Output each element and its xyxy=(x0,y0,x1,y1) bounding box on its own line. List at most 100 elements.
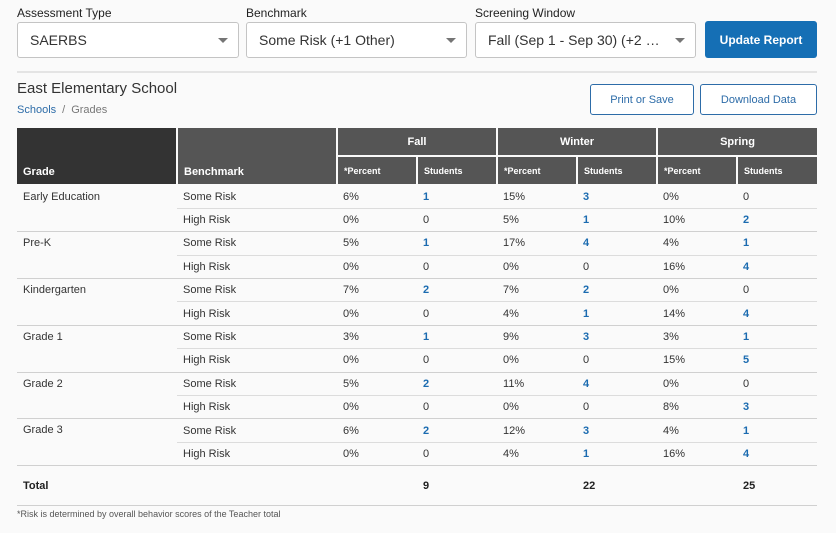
spring-percent: 16% xyxy=(657,442,738,467)
screening-window-select[interactable]: Fall (Sep 1 - Sep 30) (+2 Othe… xyxy=(475,22,696,58)
spring-students-cell: 4 xyxy=(737,255,818,280)
total-label: Total xyxy=(17,465,177,507)
spring-percent: 15% xyxy=(657,348,738,373)
grade-name: Pre-K xyxy=(17,231,177,280)
winter-students-link[interactable]: 3 xyxy=(583,191,589,203)
winter-students-cell: 4 xyxy=(577,372,658,397)
chevron-down-icon xyxy=(675,38,685,43)
winter-students-link[interactable]: 3 xyxy=(583,331,589,343)
spring-students-link[interactable]: 2 xyxy=(743,214,749,226)
breadcrumb-link-schools[interactable]: Schools xyxy=(17,104,56,116)
fall-percent: 6% xyxy=(337,185,417,209)
winter-percent: 15% xyxy=(497,185,578,209)
screening-window-field: Screening Window Fall (Sep 1 - Sep 30) (… xyxy=(475,6,696,58)
benchmark-level: Some Risk xyxy=(177,185,337,209)
winter-students-link[interactable]: 1 xyxy=(583,308,589,320)
benchmark-select[interactable]: Some Risk (+1 Other) xyxy=(246,22,467,58)
fall-percent: 3% xyxy=(337,325,417,350)
spring-students-cell: 1 xyxy=(737,418,818,443)
winter-students-cell: 1 xyxy=(577,442,658,467)
winter-percent: 9% xyxy=(497,325,578,350)
spring-students-link[interactable]: 1 xyxy=(743,237,749,249)
update-report-button[interactable]: Update Report xyxy=(705,21,817,58)
fall-students-link[interactable]: 2 xyxy=(423,378,429,390)
winter-students-link[interactable]: 3 xyxy=(583,425,589,437)
spring-percent: 0% xyxy=(657,185,738,209)
column-header-benchmark: Benchmark xyxy=(176,128,338,186)
table-row: Kindergarten Some Risk 7% 2 7% 2 0% 0 xyxy=(17,278,818,326)
winter-students-cell: 0 xyxy=(577,395,658,420)
spring-students-link[interactable]: 1 xyxy=(743,425,749,437)
grade-name: Grade 3 xyxy=(17,418,177,467)
fall-students-link[interactable]: 1 xyxy=(423,331,429,343)
fall-students-link[interactable]: 2 xyxy=(423,425,429,437)
winter-students-link[interactable]: 4 xyxy=(583,378,589,390)
assessment-type-select[interactable]: SAERBS xyxy=(17,22,239,58)
total-fall: 9 xyxy=(417,465,498,507)
fall-percent: 0% xyxy=(337,255,417,280)
fall-percent: 0% xyxy=(337,301,417,326)
fall-students-count: 0 xyxy=(423,214,430,227)
fall-students-link[interactable]: 1 xyxy=(423,191,429,203)
benchmark-field: Benchmark Some Risk (+1 Other) xyxy=(246,6,467,58)
spring-percent: 14% xyxy=(657,301,738,326)
column-header-spring: Spring xyxy=(656,128,818,157)
spring-students-link[interactable]: 4 xyxy=(743,261,749,273)
fall-students-link[interactable]: 2 xyxy=(423,284,429,296)
spring-students-cell: 0 xyxy=(737,372,818,397)
benchmark-label: Benchmark xyxy=(246,6,307,20)
winter-percent: 0% xyxy=(497,348,578,373)
fall-students-count: 0 xyxy=(423,354,430,367)
spring-students-cell: 0 xyxy=(737,278,818,303)
fall-percent: 0% xyxy=(337,208,417,233)
fall-percent: 0% xyxy=(337,442,417,467)
column-header-winter-percent: *Percent xyxy=(496,156,579,186)
winter-students-link[interactable]: 1 xyxy=(583,214,589,226)
fall-students-cell: 1 xyxy=(417,185,498,209)
benchmark-level: High Risk xyxy=(177,348,337,373)
fall-percent: 7% xyxy=(337,278,417,303)
spring-students-link[interactable]: 4 xyxy=(743,308,749,320)
column-header-fall: Fall xyxy=(335,128,499,157)
print-or-save-button[interactable]: Print or Save xyxy=(590,84,694,115)
download-data-button[interactable]: Download Data xyxy=(700,84,817,115)
assessment-type-value: SAERBS xyxy=(30,32,87,48)
winter-percent: 7% xyxy=(497,278,578,303)
total-spring: 25 xyxy=(737,465,818,507)
winter-students-link[interactable]: 4 xyxy=(583,237,589,249)
page-title: East Elementary School xyxy=(17,80,178,97)
fall-students-cell: 2 xyxy=(417,372,498,397)
winter-students-count: 0 xyxy=(583,260,590,273)
benchmark-level: Some Risk xyxy=(177,418,337,443)
benchmark-level: High Risk xyxy=(177,395,337,420)
fall-students-cell: 0 xyxy=(417,395,498,420)
winter-students-link[interactable]: 1 xyxy=(583,448,589,460)
spring-percent: 3% xyxy=(657,325,738,350)
fall-students-cell: 0 xyxy=(417,255,498,280)
fall-percent: 5% xyxy=(337,231,417,256)
grade-name: Early Education xyxy=(17,185,177,233)
winter-percent: 12% xyxy=(497,418,578,443)
fall-students-link[interactable]: 1 xyxy=(423,237,429,249)
spring-students-link[interactable]: 3 xyxy=(743,401,749,413)
benchmark-value: Some Risk (+1 Other) xyxy=(259,32,395,48)
fall-percent: 6% xyxy=(337,418,417,443)
winter-percent: 4% xyxy=(497,301,578,326)
table-row: Early Education Some Risk 6% 1 15% 3 0% 0 xyxy=(17,185,818,233)
winter-students-cell: 3 xyxy=(577,325,658,350)
table-row: Pre-K Some Risk 5% 1 17% 4 4% 1 xyxy=(17,231,818,280)
winter-students-cell: 0 xyxy=(577,348,658,373)
spring-percent: 4% xyxy=(657,231,738,256)
spring-students-count: 0 xyxy=(743,284,750,297)
winter-students-count: 0 xyxy=(583,401,590,414)
total-spacer xyxy=(337,465,417,507)
spring-students-cell: 0 xyxy=(737,185,818,209)
winter-students-cell: 0 xyxy=(577,255,658,280)
spring-students-link[interactable]: 4 xyxy=(743,448,749,460)
grade-name: Kindergarten xyxy=(17,278,177,326)
spring-students-link[interactable]: 1 xyxy=(743,331,749,343)
breadcrumb: Schools / Grades xyxy=(17,104,107,116)
spring-students-link[interactable]: 5 xyxy=(743,354,749,366)
winter-students-link[interactable]: 2 xyxy=(583,284,589,296)
column-header-winter: Winter xyxy=(496,128,659,157)
